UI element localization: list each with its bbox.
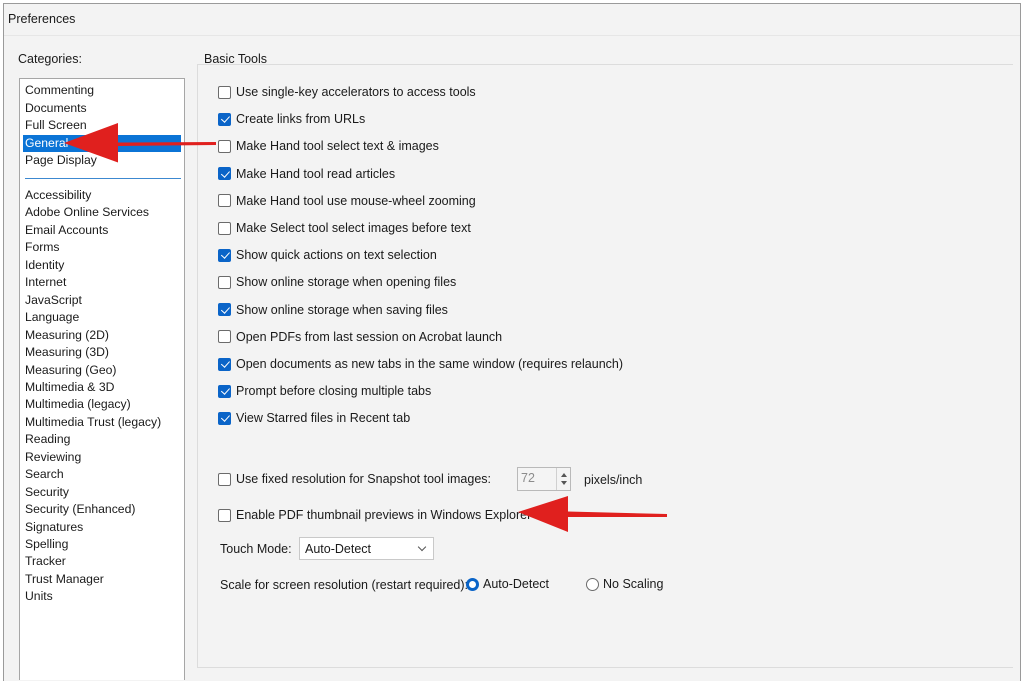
basic-tools-label: Basic Tools [204, 52, 267, 66]
scale-no-scaling-label: No Scaling [603, 577, 664, 591]
option-open-documents-as-new-tabs-in-the-same-window-requires-relaunch[interactable]: Open documents as new tabs in the same w… [218, 356, 623, 372]
thumbnail-preview-checkbox[interactable] [218, 508, 231, 522]
category-item-multimedia-legacy[interactable]: Multimedia (legacy) [23, 396, 181, 413]
option-prompt-before-closing-multiple-tabs[interactable]: Prompt before closing multiple tabs [218, 383, 431, 399]
category-item-adobe-online-services[interactable]: Adobe Online Services [23, 204, 181, 221]
option-view-starred-files-in-recent-tab[interactable]: View Starred files in Recent tab [218, 410, 410, 426]
checkbox[interactable] [218, 411, 231, 425]
category-item-security-enhanced[interactable]: Security (Enhanced) [23, 501, 181, 518]
option-make-hand-tool-use-mouse-wheel-zooming[interactable]: Make Hand tool use mouse-wheel zooming [218, 193, 476, 209]
spinner-down-icon[interactable] [561, 481, 567, 485]
snapshot-resolution-checkbox[interactable] [218, 472, 231, 486]
spinner-arrows[interactable] [556, 468, 571, 490]
category-item-multimedia-trust-legacy[interactable]: Multimedia Trust (legacy) [23, 414, 181, 431]
checkbox[interactable] [218, 221, 231, 235]
category-item-identity[interactable]: Identity [23, 257, 181, 274]
resolution-value[interactable]: 72 [521, 471, 535, 485]
category-item-spelling[interactable]: Spelling [23, 536, 181, 553]
checkbox[interactable] [218, 194, 231, 208]
window-title: Preferences [8, 12, 76, 26]
categories-list[interactable]: Commenting Documents Full Screen General Pag… [19, 78, 185, 680]
category-item-javascript[interactable]: JavaScript [23, 292, 181, 309]
category-item-tracker[interactable]: Tracker [23, 553, 181, 570]
category-item-accessibility[interactable]: Accessibility [23, 187, 181, 204]
resolution-unit: pixels/inch [584, 473, 643, 487]
option-label: View Starred files in Recent tab [236, 411, 411, 426]
scale-no-scaling-radio[interactable] [586, 577, 599, 591]
category-item-forms[interactable]: Forms [23, 239, 181, 256]
option-show-quick-actions-on-text-selection[interactable]: Show quick actions on text selection [218, 247, 437, 263]
option-make-hand-tool-read-articles[interactable]: Make Hand tool read articles [218, 166, 395, 182]
option-label: Show online storage when saving files [236, 302, 448, 317]
category-item-search[interactable]: Search [23, 466, 181, 483]
category-item-measuring-geo[interactable]: Measuring (Geo) [23, 362, 181, 379]
category-item-general[interactable]: General [23, 134, 181, 152]
option-show-online-storage-when-saving-files[interactable]: Show online storage when saving files [218, 302, 448, 318]
option-make-hand-tool-select-text-and-images[interactable]: Make Hand tool select text & images [218, 138, 439, 154]
option-label: Open documents as new tabs in the same w… [236, 357, 624, 371]
option-label: Prompt before closing multiple tabs [236, 384, 432, 399]
option-create-links-from-urls[interactable]: Create links from URLs [218, 111, 365, 127]
category-item-measuring-3d[interactable]: Measuring (3D) [23, 344, 181, 361]
touch-mode-label: Touch Mode: [220, 542, 292, 556]
categories-separator [25, 178, 181, 179]
checkbox[interactable] [218, 357, 231, 371]
scale-option-no-scaling[interactable]: No Scaling [586, 577, 663, 591]
checkbox[interactable] [218, 330, 231, 344]
thumbnail-preview-label: Enable PDF thumbnail previews in Windows… [236, 508, 532, 522]
category-item-security[interactable]: Security [23, 484, 181, 501]
scale-label: Scale for screen resolution (restart req… [220, 578, 469, 592]
spinner-up-icon[interactable] [561, 473, 567, 477]
checkbox[interactable] [218, 275, 231, 289]
scale-auto-detect-label: Auto-Detect [483, 577, 550, 591]
category-item-email-accounts[interactable]: Email Accounts [23, 222, 181, 239]
option-label: Make Hand tool select text & images [236, 139, 439, 154]
option-label: Make Hand tool use mouse-wheel zooming [236, 193, 476, 208]
touch-mode-value: Auto-Detect [305, 542, 372, 556]
checkbox[interactable] [218, 384, 231, 398]
option-label: Use single-key accelerators to access to… [236, 85, 476, 99]
category-item-page-display[interactable]: Page Display [23, 152, 181, 169]
categories-label: Categories: [18, 52, 82, 66]
category-item-commenting[interactable]: Commenting [23, 82, 181, 99]
scale-option-auto-detect[interactable]: Auto-Detect [466, 577, 549, 591]
touch-mode-select[interactable]: Auto-Detect [299, 537, 434, 560]
option-open-pdfs-from-last-session-on-acrobat-launch[interactable]: Open PDFs from last session on Acrobat l… [218, 329, 502, 345]
category-item-documents[interactable]: Documents [23, 100, 181, 117]
category-item-units[interactable]: Units [23, 588, 181, 605]
category-item-measuring-2d[interactable]: Measuring (2D) [23, 327, 181, 344]
checkbox[interactable] [218, 167, 231, 181]
option-label: Make Hand tool read articles [236, 166, 396, 181]
category-item-reading[interactable]: Reading [23, 431, 181, 448]
option-label: Create links from URLs [236, 112, 366, 127]
category-item-internet[interactable]: Internet [23, 274, 181, 291]
chevron-down-icon [417, 542, 427, 552]
option-label: Open PDFs from last session on Acrobat l… [236, 329, 503, 344]
resolution-spinner[interactable]: 72 [517, 467, 571, 491]
option-label: Make Select tool select images before te… [236, 221, 471, 235]
checkbox[interactable] [218, 248, 231, 262]
category-item-trust-manager[interactable]: Trust Manager [23, 571, 181, 588]
scale-auto-detect-radio[interactable] [466, 577, 479, 591]
category-item-language[interactable]: Language [23, 309, 181, 326]
option-label: Show quick actions on text selection [236, 248, 437, 263]
snapshot-resolution-label: Use fixed resolution for Snapshot tool i… [236, 472, 491, 486]
category-item-multimedia-and-3d[interactable]: Multimedia & 3D [23, 379, 181, 396]
option-make-select-tool-select-images-before-text[interactable]: Make Select tool select images before te… [218, 220, 471, 236]
checkbox[interactable] [218, 303, 231, 317]
thumbnail-preview-option[interactable]: Enable PDF thumbnail previews in Windows… [218, 507, 531, 523]
checkbox[interactable] [218, 139, 231, 153]
category-item-reviewing[interactable]: Reviewing [23, 449, 181, 466]
category-item-signatures[interactable]: Signatures [23, 519, 181, 536]
category-item-full-screen[interactable]: Full Screen [23, 117, 181, 134]
option-show-online-storage-when-opening-files[interactable]: Show online storage when opening files [218, 274, 456, 290]
option-use-single-key-accelerators-to-access-tools[interactable]: Use single-key accelerators to access to… [218, 84, 476, 100]
title-bar: Preferences [4, 4, 1020, 36]
checkbox[interactable] [218, 85, 231, 99]
checkbox[interactable] [218, 112, 231, 126]
option-label: Show online storage when opening files [236, 275, 457, 290]
snapshot-resolution-option[interactable]: Use fixed resolution for Snapshot tool i… [218, 471, 491, 487]
